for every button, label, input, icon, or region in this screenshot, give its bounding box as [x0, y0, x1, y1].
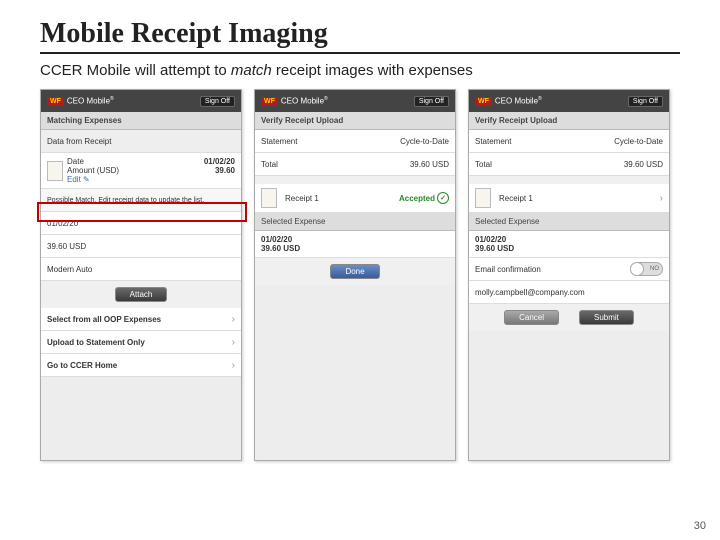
email-value-row: molly.campbell@company.com: [469, 281, 669, 304]
app-brand: CEO Mobile®: [281, 96, 328, 106]
attach-button[interactable]: Attach: [115, 287, 168, 302]
chevron-right-icon: ›: [232, 337, 235, 348]
email-toggle[interactable]: NO: [630, 262, 663, 276]
accepted-status: Accepted✓: [399, 192, 449, 204]
phone-verify-submit: WFCEO Mobile® Sign Off Verify Receipt Up…: [468, 89, 670, 461]
phone-matching: WFCEO Mobile® Sign Off Matching Expenses…: [40, 89, 242, 461]
date-label: Date: [67, 157, 84, 166]
receipt-thumb-icon: [475, 188, 491, 208]
slide-title: Mobile Receipt Imaging: [40, 18, 680, 54]
attach-row: Attach: [41, 281, 241, 308]
check-icon: ✓: [437, 192, 449, 204]
email-confirmation-row: Email confirmation NO: [469, 258, 669, 281]
statement-cycle-row: StatementCycle-to-Date: [469, 130, 669, 153]
receipt-row[interactable]: Receipt 1 ›: [469, 184, 669, 213]
chevron-right-icon: ›: [660, 193, 663, 204]
app-brand: CEO Mobile®: [495, 96, 542, 106]
date-value: 01/02/20: [204, 157, 235, 166]
submit-button[interactable]: Submit: [579, 310, 634, 325]
app-header: WFCEO Mobile® Sign Off: [41, 90, 241, 112]
total-row: Total39.60 USD: [255, 153, 455, 176]
cancel-button[interactable]: Cancel: [504, 310, 559, 325]
selected-expense-row: 01/02/2039.60 USD: [469, 231, 669, 258]
wf-logo: WF: [47, 97, 64, 106]
option-select-oop[interactable]: Select from all OOP Expenses›: [41, 308, 241, 331]
app-header: WFCEO Mobile® Sign Off: [255, 90, 455, 112]
receipt-label: Receipt 1: [495, 194, 660, 203]
possible-match-message: Possible Match. Edit receipt data to upd…: [41, 189, 241, 212]
option-upload-statement[interactable]: Upload to Statement Only›: [41, 331, 241, 354]
selected-expense-row: 01/02/2039.60 USD: [255, 231, 455, 258]
done-button[interactable]: Done: [330, 264, 379, 279]
edit-link[interactable]: Edit ✎: [67, 175, 235, 184]
section-verify: Verify Receipt Upload: [469, 112, 669, 130]
wf-logo: WF: [475, 97, 492, 106]
subsection-data-from-receipt: Data from Receipt: [41, 130, 241, 153]
receipt-row[interactable]: Receipt 1 Accepted✓: [255, 184, 455, 213]
receipt-thumb-icon: [47, 161, 63, 181]
receipt-label: Receipt 1: [281, 194, 399, 203]
amount-value: 39.60: [215, 166, 235, 175]
section-selected-expense: Selected Expense: [469, 213, 669, 231]
section-selected-expense: Selected Expense: [255, 213, 455, 231]
receipt-thumb-icon: [261, 188, 277, 208]
page-number: 30: [694, 520, 706, 532]
expense-amount: 39.60 USD: [41, 235, 241, 258]
option-ccer-home[interactable]: Go to CCER Home›: [41, 354, 241, 377]
chevron-right-icon: ›: [232, 314, 235, 325]
statement-cycle-row: StatementCycle-to-Date: [255, 130, 455, 153]
phone-verify-done: WFCEO Mobile® Sign Off Verify Receipt Up…: [254, 89, 456, 461]
receipt-data-row: Date 01/02/20 Amount (USD) 39.60 Edit ✎: [41, 153, 241, 189]
sign-off-button[interactable]: Sign Off: [200, 96, 235, 107]
total-row: Total39.60 USD: [469, 153, 669, 176]
section-verify: Verify Receipt Upload: [255, 112, 455, 130]
sign-off-button[interactable]: Sign Off: [414, 96, 449, 107]
sign-off-button[interactable]: Sign Off: [628, 96, 663, 107]
cancel-submit-row: Cancel Submit: [469, 304, 669, 331]
app-brand: CEO Mobile®: [67, 96, 114, 106]
section-matching: Matching Expenses: [41, 112, 241, 130]
wf-logo: WF: [261, 97, 278, 106]
app-header: WFCEO Mobile® Sign Off: [469, 90, 669, 112]
slide-subtitle: CCER Mobile will attempt to match receip…: [40, 62, 680, 79]
amount-label: Amount (USD): [67, 166, 119, 175]
expense-vendor: Modern Auto: [41, 258, 241, 281]
chevron-right-icon: ›: [232, 360, 235, 371]
expense-date: 01/02/20: [41, 212, 241, 235]
done-row: Done: [255, 258, 455, 285]
